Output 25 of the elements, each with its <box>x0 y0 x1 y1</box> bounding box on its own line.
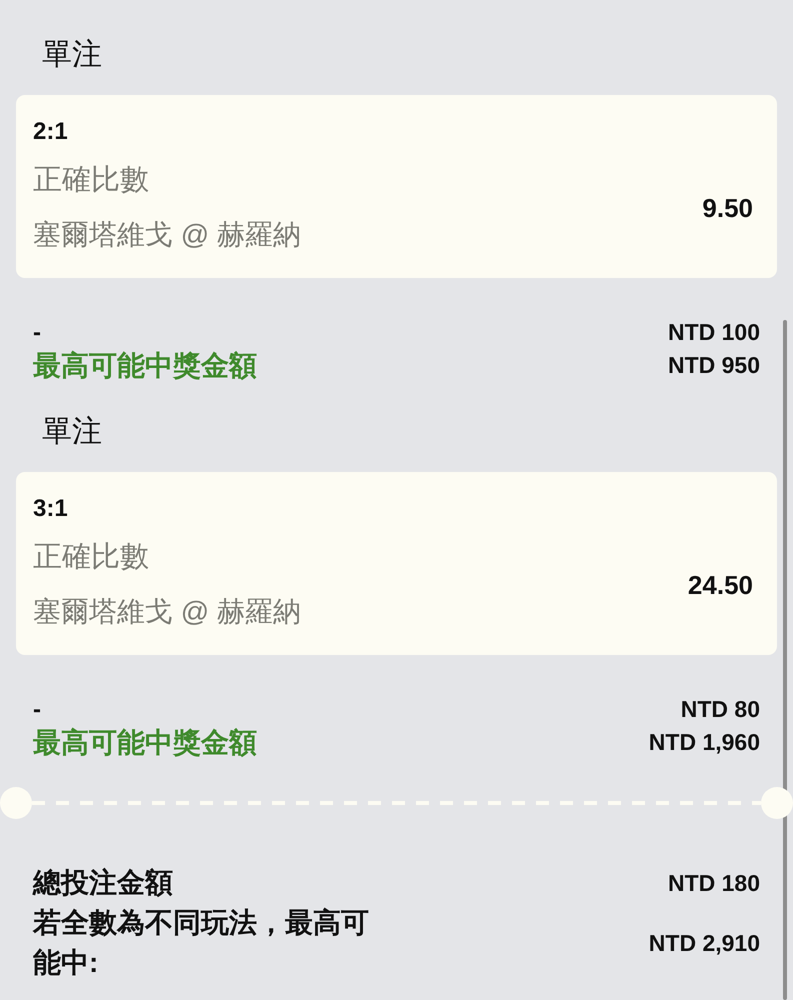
stake-label: - <box>33 318 41 348</box>
odds-value: 9.50 <box>702 193 753 223</box>
selection-text: 3:1 <box>33 494 68 524</box>
ticket-notch <box>761 787 793 819</box>
stake-label: - <box>33 695 41 725</box>
max-payout-amount: NTD 950 <box>668 351 760 380</box>
event-text: 塞爾塔維戈 @ 赫羅納 <box>33 218 302 252</box>
market-text: 正確比數 <box>33 540 149 575</box>
max-win-amount: NTD 2,910 <box>648 929 760 958</box>
max-payout-label: 最高可能中獎金額 <box>33 349 257 382</box>
event-text: 塞爾塔維戈 @ 赫羅納 <box>33 595 302 629</box>
market-text: 正確比數 <box>33 163 149 198</box>
ticket-notch <box>0 787 32 819</box>
max-payout-amount: NTD 1,960 <box>648 728 760 757</box>
odds-value: 24.50 <box>688 570 753 600</box>
bet-type-heading: 單注 <box>42 37 102 73</box>
selection-text: 2:1 <box>33 117 68 147</box>
stake-amount: NTD 100 <box>668 318 760 347</box>
max-win-label: 若全數為不同玩法，最高可能中: <box>33 906 370 980</box>
total-stake-label: 總投注金額 <box>33 866 173 900</box>
total-stake-amount: NTD 180 <box>668 869 760 898</box>
scrollbar[interactable] <box>783 320 787 1000</box>
stake-amount: NTD 80 <box>680 695 760 724</box>
max-payout-label: 最高可能中獎金額 <box>33 726 257 759</box>
bet-type-heading: 單注 <box>42 414 102 450</box>
